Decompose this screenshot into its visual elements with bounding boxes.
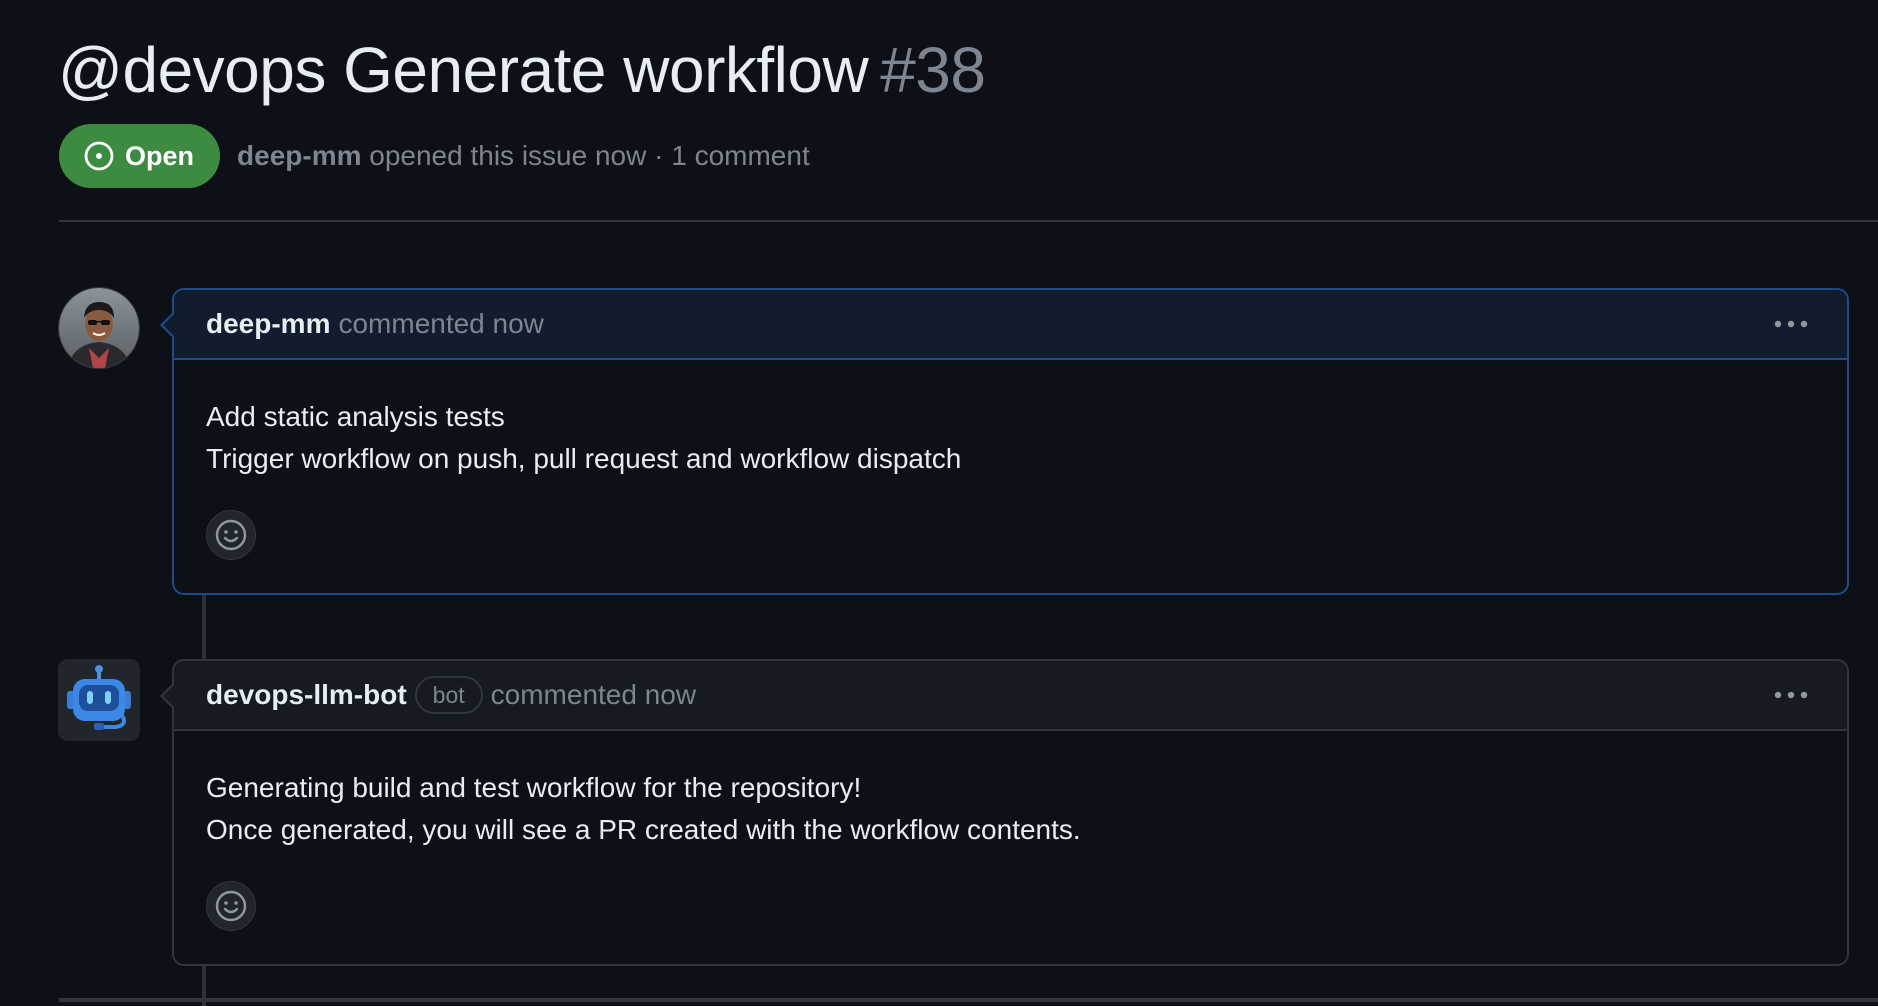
issue-meta-row: Open deep-mm opened this issue now · 1 c… (59, 124, 810, 188)
issue-title-text: @devops Generate workflow (58, 34, 869, 106)
comment-body: Generating build and test workflow for t… (174, 731, 1847, 931)
issue-title: @devops Generate workflow #38 (58, 30, 986, 110)
comment-card: devops-llm-bot bot commented now Generat… (160, 659, 1849, 966)
smiley-icon (215, 890, 247, 922)
kebab-horizontal-icon (1774, 320, 1808, 328)
avatar[interactable] (59, 288, 139, 368)
avatar[interactable] (58, 659, 140, 741)
comment-text-line: Trigger workflow on push, pull request a… (206, 443, 962, 474)
kebab-horizontal-icon (1774, 691, 1808, 699)
issue-page: @devops Generate workflow #38 Open deep-m… (0, 0, 1878, 1006)
smiley-icon (215, 519, 247, 551)
comment-header: deep-mm commented now (174, 290, 1847, 360)
add-reaction-button[interactable] (206, 510, 256, 560)
issue-state-label: Open (125, 140, 195, 171)
comment-menu-button[interactable] (1767, 675, 1815, 715)
comment-text-line: Generating build and test workflow for t… (206, 772, 862, 803)
issue-author-link[interactable]: deep-mm (237, 140, 361, 171)
add-reaction-button[interactable] (206, 881, 256, 931)
user-photo-avatar-icon (59, 288, 139, 368)
comment-author[interactable]: deep-mm (206, 308, 330, 340)
comment-author[interactable]: devops-llm-bot (206, 679, 407, 711)
issue-state-badge: Open (59, 124, 221, 188)
issue-opened-icon (84, 141, 114, 171)
bot-badge: bot (414, 676, 483, 714)
comment-text-line: Add static analysis tests (206, 401, 505, 432)
comment-timestamp[interactable]: commented now (338, 308, 543, 340)
comment-text-line: Once generated, you will see a PR create… (206, 814, 1081, 845)
comment-card: deep-mm commented now Add static analysi… (160, 288, 1849, 595)
comment-body: Add static analysis tests Trigger workfl… (174, 360, 1847, 560)
comment-menu-button[interactable] (1767, 304, 1815, 344)
comment-header: devops-llm-bot bot commented now (174, 661, 1847, 731)
issue-number: #38 (880, 34, 986, 106)
issue-meta-text: opened this issue now · 1 comment (369, 140, 810, 171)
timeline-bottom-divider (59, 998, 1878, 1002)
issue-meta: deep-mm opened this issue now · 1 commen… (237, 140, 810, 172)
robot-avatar-icon (67, 665, 131, 730)
comment-timestamp[interactable]: commented now (491, 679, 696, 711)
header-divider (59, 220, 1878, 222)
